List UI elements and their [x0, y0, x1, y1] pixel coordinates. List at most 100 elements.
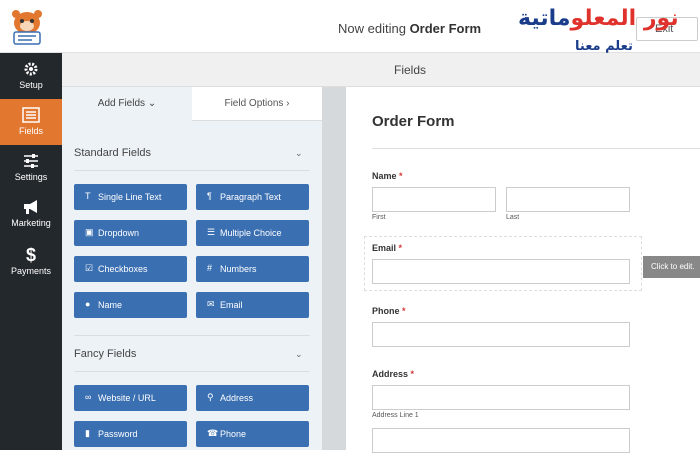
field-button-label: Password	[98, 429, 138, 439]
fancy-fields-heading[interactable]: Fancy Fields	[74, 348, 136, 360]
sidebar-label: Fields	[18, 126, 43, 136]
watermark-line2: تعلم معنا	[575, 39, 633, 54]
field-button-website-url[interactable]: ∞ Website / URL	[74, 385, 187, 411]
field-button-dropdown[interactable]: ▣ Dropdown	[74, 220, 187, 246]
label-text: Address	[372, 369, 409, 379]
dollar-icon: $	[26, 245, 36, 263]
field-button-password[interactable]: ▮ Password	[74, 421, 187, 447]
email-input[interactable]	[372, 259, 630, 284]
address-label: Address *	[372, 369, 414, 379]
name-last-input[interactable]	[506, 187, 630, 212]
chevron-down-icon[interactable]: ⌄	[295, 148, 303, 159]
page-title: Fields	[394, 63, 427, 77]
name-label: Name *	[372, 171, 403, 181]
svg-text:$: $	[26, 245, 36, 263]
field-button-label: Website / URL	[98, 393, 156, 403]
editing-form-name: Order Form	[409, 21, 482, 36]
field-button-label: Single Line Text	[98, 192, 162, 202]
field-button-label: Address	[220, 393, 254, 403]
sidebar-item-marketing[interactable]: Marketing	[0, 191, 62, 237]
field-button-label: Numbers	[220, 264, 257, 274]
sidebar-label: Marketing	[11, 218, 51, 228]
chevron-right-icon: ›	[286, 98, 290, 109]
tab-add-fields[interactable]: Add Fields ⌄	[62, 87, 192, 121]
field-button-phone[interactable]: ☎ Phone	[196, 421, 309, 447]
divider	[74, 335, 310, 336]
field-button-email[interactable]: ✉ Email	[196, 292, 309, 318]
sidebar: Setup Fields Settings Marketing $ Paymen…	[0, 53, 62, 450]
required-mark: *	[398, 243, 403, 253]
sidebar-label: Setup	[19, 80, 43, 90]
sidebar-label: Settings	[14, 172, 48, 182]
name-first-input[interactable]	[372, 187, 496, 212]
watermark-part-a: نور المعلو	[570, 6, 679, 31]
address-line1-input[interactable]	[372, 385, 630, 410]
required-mark: *	[402, 306, 406, 316]
dropdown-icon: ▣	[85, 227, 94, 237]
field-button-label: Phone	[220, 429, 247, 439]
sidebar-item-payments[interactable]: $ Payments	[0, 237, 62, 283]
watermark-line1: نور المعلوماتية	[518, 6, 679, 31]
field-button-label: Dropdown	[98, 228, 140, 238]
sidebar-label: Payments	[10, 266, 52, 276]
map-pin-icon: ⚲	[207, 392, 214, 402]
hash-icon: #	[207, 263, 213, 273]
link-icon: ∞	[85, 392, 92, 402]
name-last-sublabel: Last	[506, 214, 520, 221]
user-icon: ●	[85, 299, 91, 309]
phone-input[interactable]	[372, 322, 630, 347]
preview-gutter	[322, 87, 346, 450]
wpforms-logo	[12, 10, 42, 45]
email-label: Email *	[372, 243, 402, 253]
required-mark: *	[410, 369, 415, 379]
click-to-edit-tooltip: Click to edit.	[643, 256, 700, 278]
list-icon	[22, 107, 40, 123]
divider	[74, 371, 310, 372]
field-button-label: Multiple Choice	[220, 228, 282, 238]
sidebar-item-fields[interactable]: Fields	[0, 99, 62, 145]
fields-header	[62, 53, 700, 87]
sidebar-item-setup[interactable]: Setup	[0, 53, 62, 99]
top-bar: Now editing Order Form Exit نور المعلوما…	[0, 0, 700, 54]
label-text: Email	[372, 243, 397, 253]
gear-icon	[24, 62, 38, 76]
name-first-sublabel: First	[372, 214, 386, 221]
checkbox-icon: ☑	[85, 263, 94, 273]
text-icon: T	[85, 191, 91, 201]
tab-label: Add Fields	[97, 98, 146, 109]
tab-label: Field Options	[224, 98, 284, 109]
paragraph-icon: ¶	[207, 191, 212, 201]
field-button-address[interactable]: ⚲ Address	[196, 385, 309, 411]
field-button-label: Name	[98, 300, 123, 310]
field-button-numbers[interactable]: # Numbers	[196, 256, 309, 282]
lock-icon: ▮	[85, 428, 90, 438]
field-button-label: Email	[220, 300, 243, 310]
field-button-label: Checkboxes	[98, 264, 148, 274]
label-text: Phone	[372, 306, 400, 316]
field-button-paragraph-text[interactable]: ¶ Paragraph Text	[196, 184, 309, 210]
tab-field-options[interactable]: Field Options ›	[192, 87, 322, 121]
address-line2-input[interactable]	[372, 428, 630, 453]
label-text: Name	[372, 171, 397, 181]
editing-prefix: Now editing	[338, 21, 406, 36]
field-button-checkboxes[interactable]: ☑ Checkboxes	[74, 256, 187, 282]
list-icon: ☰	[207, 227, 216, 237]
standard-fields-heading[interactable]: Standard Fields	[74, 147, 151, 159]
editing-title: Now editing Order Form	[338, 21, 481, 36]
form-title[interactable]: Order Form	[372, 113, 455, 130]
field-button-name[interactable]: ● Name	[74, 292, 187, 318]
phone-icon: ☎	[207, 428, 219, 438]
required-mark: *	[399, 171, 403, 181]
sidebar-item-settings[interactable]: Settings	[0, 145, 62, 191]
sliders-icon	[24, 154, 38, 168]
divider	[372, 148, 700, 149]
field-button-multiple-choice[interactable]: ☰ Multiple Choice	[196, 220, 309, 246]
address-line1-sublabel: Address Line 1	[372, 412, 419, 419]
field-button-label: Paragraph Text	[220, 192, 281, 202]
field-button-single-line-text[interactable]: T Single Line Text	[74, 184, 187, 210]
chevron-down-icon: ⌄	[147, 98, 157, 109]
phone-label: Phone *	[372, 306, 406, 316]
envelope-icon: ✉	[207, 299, 215, 309]
chevron-down-icon[interactable]: ⌄	[295, 349, 303, 360]
divider	[74, 170, 310, 171]
